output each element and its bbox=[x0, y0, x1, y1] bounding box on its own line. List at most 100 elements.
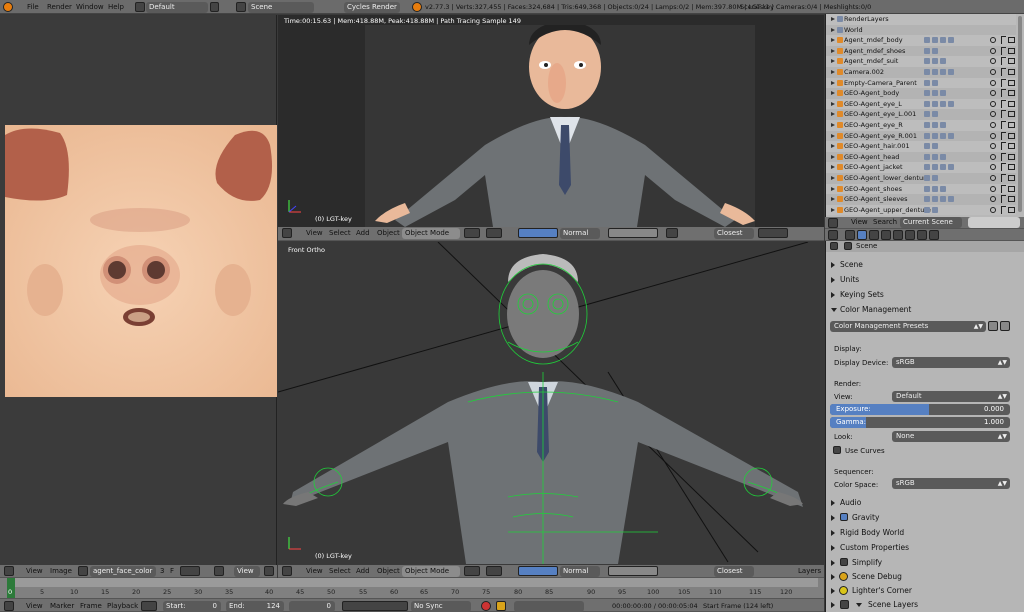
transform-orientation-select-2[interactable]: Normal bbox=[560, 566, 600, 577]
select-menu-2[interactable]: Select bbox=[329, 566, 351, 577]
layers-grid-icon-2[interactable] bbox=[608, 566, 658, 576]
child-data-icon[interactable] bbox=[940, 196, 946, 202]
snap-target-select[interactable]: Closest bbox=[714, 228, 754, 239]
world-tab-icon[interactable] bbox=[869, 230, 879, 240]
select-menu[interactable]: Select bbox=[329, 228, 351, 239]
menu-window[interactable]: Window bbox=[76, 2, 104, 13]
uv-image-editor[interactable] bbox=[0, 15, 277, 565]
expand-arrow-icon[interactable] bbox=[831, 165, 835, 169]
timeline-editor-icon[interactable] bbox=[4, 601, 14, 611]
outliner-item[interactable]: GEO-Agent_body bbox=[826, 88, 1016, 99]
fake-user-toggle[interactable]: F bbox=[170, 566, 174, 577]
panel-keying-sets[interactable]: Keying Sets bbox=[826, 287, 1022, 302]
child-data-icon[interactable] bbox=[924, 37, 930, 43]
uv-editor-type-icon[interactable] bbox=[4, 566, 14, 576]
panel-units[interactable]: Units bbox=[826, 272, 1022, 287]
render-camera-icon[interactable] bbox=[1008, 133, 1015, 139]
outliner-item[interactable]: Agent_mdef_suit bbox=[826, 56, 1016, 67]
child-data-icon[interactable] bbox=[924, 58, 930, 64]
outliner-view-menu[interactable]: View bbox=[851, 217, 868, 228]
record-icon[interactable] bbox=[481, 601, 491, 611]
child-data-icon[interactable] bbox=[932, 69, 938, 75]
child-data-icon[interactable] bbox=[924, 122, 930, 128]
expand-arrow-icon[interactable] bbox=[831, 155, 835, 159]
outliner[interactable]: RenderLayersWorldAgent_mdef_body Agent_md… bbox=[825, 14, 1024, 217]
outliner-item[interactable]: RenderLayers bbox=[826, 14, 1016, 25]
child-data-icon[interactable] bbox=[924, 186, 930, 192]
snap-icon[interactable] bbox=[666, 228, 678, 238]
selectability-cursor-icon[interactable] bbox=[1001, 121, 1006, 129]
child-data-icon[interactable] bbox=[948, 37, 954, 43]
visibility-eye-icon[interactable] bbox=[990, 90, 996, 96]
add-preset-icon[interactable] bbox=[988, 321, 998, 331]
panel-scene[interactable]: Scene bbox=[826, 257, 1022, 272]
cm-presets-select[interactable]: Color Management Presets▲▼ bbox=[830, 321, 986, 332]
pivot-icon[interactable] bbox=[486, 228, 502, 238]
child-data-icon[interactable] bbox=[924, 101, 930, 107]
child-data-icon[interactable] bbox=[940, 164, 946, 170]
selectability-cursor-icon[interactable] bbox=[1001, 36, 1006, 44]
expand-arrow-icon[interactable] bbox=[831, 28, 835, 32]
outliner-item[interactable]: World bbox=[826, 25, 1016, 36]
selectability-cursor-icon[interactable] bbox=[1001, 79, 1006, 87]
child-data-icon[interactable] bbox=[924, 196, 930, 202]
uv-view-menu[interactable]: View bbox=[26, 566, 43, 577]
object-menu-2[interactable]: Object bbox=[377, 566, 400, 577]
child-data-icon[interactable] bbox=[940, 58, 946, 64]
simplify-checkbox[interactable] bbox=[840, 558, 848, 566]
child-data-icon[interactable] bbox=[932, 111, 938, 117]
child-data-icon[interactable] bbox=[924, 90, 930, 96]
child-data-icon[interactable] bbox=[932, 133, 938, 139]
render-camera-icon[interactable] bbox=[1008, 111, 1015, 117]
visibility-eye-icon[interactable] bbox=[990, 111, 996, 117]
properties-editor-icon[interactable] bbox=[828, 230, 838, 240]
outliner-item[interactable]: GEO-Agent_sleeves bbox=[826, 194, 1016, 205]
child-data-icon[interactable] bbox=[924, 175, 930, 181]
selectability-cursor-icon[interactable] bbox=[1001, 68, 1006, 76]
child-data-icon[interactable] bbox=[940, 186, 946, 192]
expand-arrow-icon[interactable] bbox=[831, 70, 835, 74]
selectability-cursor-icon[interactable] bbox=[1001, 206, 1006, 214]
visibility-eye-icon[interactable] bbox=[990, 133, 996, 139]
scene-field[interactable]: Scene bbox=[248, 2, 314, 13]
timeline[interactable]: 0 5 10 15 20 25 30 35 40 45 50 55 60 65 … bbox=[0, 578, 824, 598]
child-data-icon[interactable] bbox=[932, 207, 938, 213]
child-data-icon[interactable] bbox=[932, 196, 938, 202]
panel-rigid-body-world[interactable]: Rigid Body World bbox=[826, 525, 1022, 540]
outliner-editor-icon[interactable] bbox=[828, 218, 838, 228]
visibility-eye-icon[interactable] bbox=[990, 80, 996, 86]
expand-arrow-icon[interactable] bbox=[831, 197, 835, 201]
panel-audio[interactable]: Audio bbox=[826, 495, 1022, 510]
exposure-slider[interactable]: Exposure:0.000 bbox=[830, 404, 1010, 415]
pin-icon[interactable] bbox=[214, 566, 224, 576]
child-data-icon[interactable] bbox=[924, 207, 930, 213]
outliner-item[interactable]: GEO-Agent_lower_denture bbox=[826, 173, 1016, 184]
child-data-icon[interactable] bbox=[924, 111, 930, 117]
child-data-icon[interactable] bbox=[940, 90, 946, 96]
render-camera-icon[interactable] bbox=[1008, 196, 1015, 202]
current-frame-field[interactable]: 0 bbox=[289, 601, 335, 612]
editor-type-icon-2[interactable] bbox=[282, 566, 292, 576]
visibility-eye-icon[interactable] bbox=[990, 175, 996, 181]
outliner-item[interactable]: GEO-Agent_eye_L bbox=[826, 99, 1016, 110]
properties-editor[interactable]: Scene Scene Units Keying Sets Color Mana… bbox=[825, 241, 1024, 612]
outliner-item[interactable]: Agent_mdef_body bbox=[826, 35, 1016, 46]
selectability-cursor-icon[interactable] bbox=[1001, 57, 1006, 65]
use-curves-checkbox[interactable] bbox=[833, 446, 841, 454]
snap-target-select-2[interactable]: Closest bbox=[714, 566, 754, 577]
viewport-shading-icon[interactable] bbox=[464, 228, 480, 238]
transform-orientation-select[interactable]: Normal bbox=[560, 228, 600, 239]
rendered-viewport[interactable]: Time:00:15.63 | Mem:418.88M, Peak:418.88… bbox=[278, 15, 824, 227]
render-layers-label[interactable]: Layers bbox=[798, 566, 821, 577]
tl-frame-menu[interactable]: Frame bbox=[80, 601, 102, 612]
render-tab-icon[interactable] bbox=[845, 230, 855, 240]
expand-arrow-icon[interactable] bbox=[831, 17, 835, 21]
child-data-icon[interactable] bbox=[948, 196, 954, 202]
render-camera-icon[interactable] bbox=[1008, 69, 1015, 75]
editor-type-icon[interactable] bbox=[282, 228, 292, 238]
panel-simplify[interactable]: Simplify bbox=[826, 555, 1022, 570]
view-menu-2[interactable]: View bbox=[306, 566, 323, 577]
render-camera-icon[interactable] bbox=[1008, 90, 1015, 96]
view-transform-select[interactable]: Default▲▼ bbox=[892, 391, 1010, 402]
selectability-cursor-icon[interactable] bbox=[1001, 47, 1006, 55]
